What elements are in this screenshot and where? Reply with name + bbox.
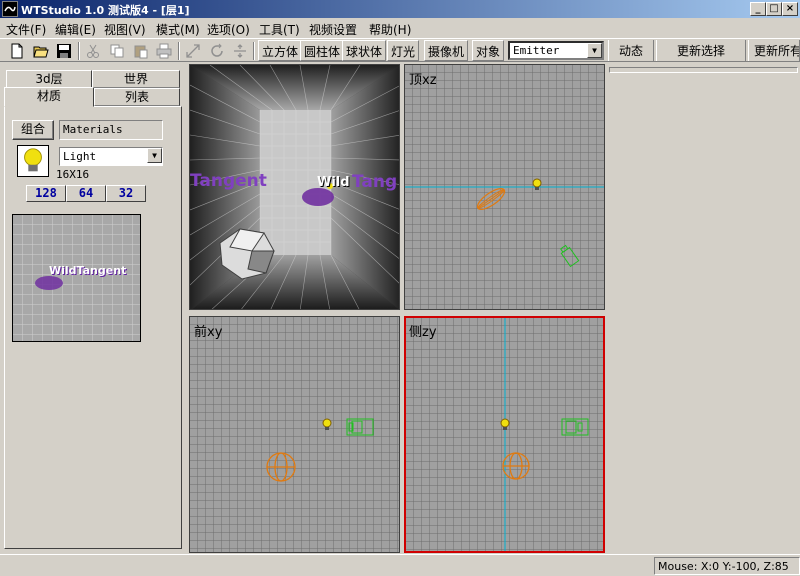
viewport-top-xz[interactable]: 顶xz xyxy=(404,64,605,310)
perspective-logo-right-wild: Wild xyxy=(317,175,350,190)
dynamic-button[interactable]: 动态 xyxy=(608,40,654,61)
perspective-logo-right-tang: Tang xyxy=(352,172,398,192)
maximize-button[interactable]: □ xyxy=(766,2,782,16)
chevron-down-icon[interactable]: ▼ xyxy=(147,148,162,163)
scale-icon[interactable] xyxy=(229,41,251,61)
viewport-label-front: 前xy xyxy=(194,325,223,340)
minimize-button[interactable]: _ xyxy=(750,2,766,16)
open-folder-icon[interactable] xyxy=(30,41,52,61)
create-sphere-button[interactable]: 球状体 xyxy=(342,40,387,61)
texture-preview: WildTangent xyxy=(12,214,141,342)
tab-materials[interactable]: 材质 xyxy=(4,87,94,107)
material-select[interactable]: Light ▼ xyxy=(59,147,163,166)
menu-options[interactable]: 选项(O) xyxy=(207,21,250,38)
material-thumbnail[interactable] xyxy=(17,145,49,177)
viewport-front-xy[interactable]: 前xy xyxy=(189,316,400,553)
cut-icon[interactable] xyxy=(82,41,104,61)
app-icon xyxy=(2,1,18,17)
toolbar: 立方体 圆柱体 球状体 灯光 摄像机 对象 Emitter ▼ 动态 更新选择 … xyxy=(0,38,800,62)
viewport-label-top: 顶xz xyxy=(409,73,437,88)
menu-video-settings[interactable]: 视频设置 xyxy=(309,21,357,38)
print-icon[interactable] xyxy=(153,41,175,61)
right-panel-splitter[interactable] xyxy=(609,67,798,73)
update-selection-button[interactable]: 更新选择 xyxy=(656,40,746,61)
material-select-value: Light xyxy=(63,150,97,163)
size-64-button[interactable]: 64 xyxy=(66,185,106,202)
menu-help[interactable]: 帮助(H) xyxy=(369,21,411,38)
wildtangent-logo: WildTangent xyxy=(49,264,127,277)
materials-field: Materials xyxy=(59,120,163,140)
save-icon[interactable] xyxy=(53,41,75,61)
close-button[interactable]: × xyxy=(782,2,798,16)
size-32-button[interactable]: 32 xyxy=(106,185,146,202)
status-bar: Mouse: X:0 Y:-100, Z:85 xyxy=(0,554,800,576)
rotate-icon[interactable] xyxy=(206,41,228,61)
chevron-down-icon[interactable]: ▼ xyxy=(587,43,602,58)
texture-size-text: 16X16 xyxy=(56,168,90,181)
toolbar-separator xyxy=(178,42,180,60)
create-camera-button[interactable]: 摄像机 xyxy=(424,40,469,61)
viewport-perspective[interactable]: Tangent Wild Tang xyxy=(189,64,400,310)
create-light-button[interactable]: 灯光 xyxy=(387,40,420,61)
copy-icon[interactable] xyxy=(106,41,128,61)
tab-world[interactable]: 世界 xyxy=(92,70,180,88)
menu-view[interactable]: 视图(V) xyxy=(104,21,146,38)
menu-mode[interactable]: 模式(M) xyxy=(156,21,200,38)
menu-edit[interactable]: 编辑(E) xyxy=(55,21,96,38)
create-cylinder-button[interactable]: 圆柱体 xyxy=(300,40,345,61)
create-cube-button[interactable]: 立方体 xyxy=(258,40,303,61)
right-panel xyxy=(606,63,800,553)
update-all-button[interactable]: 更新所有 xyxy=(748,40,800,61)
mouse-coordinates: Mouse: X:0 Y:-100, Z:85 xyxy=(654,557,800,575)
menu-file[interactable]: 文件(F) xyxy=(6,21,46,38)
perspective-logo-left: Tangent xyxy=(190,171,267,191)
viewport-side-zy[interactable]: 侧zy xyxy=(404,316,605,553)
object-select-value: Emitter xyxy=(513,44,560,57)
object-select[interactable]: Emitter ▼ xyxy=(508,41,604,60)
viewport-label-side: 侧zy xyxy=(409,325,437,340)
new-file-icon[interactable] xyxy=(6,41,28,61)
tab-list[interactable]: 列表 xyxy=(94,88,180,106)
paste-icon[interactable] xyxy=(130,41,152,61)
side-view-grid xyxy=(406,318,603,551)
toolbar-separator xyxy=(253,42,255,60)
group-button[interactable]: 组合 xyxy=(12,120,54,140)
left-panel: 3d层 世界 材质 列表 组合 Materials Light ▼ 16X16 … xyxy=(0,63,186,553)
light-bulb-icon xyxy=(18,146,48,176)
object-label: 对象 xyxy=(472,40,505,61)
front-view-grid xyxy=(190,317,399,552)
tab-3d-layer[interactable]: 3d层 xyxy=(6,70,92,88)
move-icon[interactable] xyxy=(182,41,204,61)
menu-tools[interactable]: 工具(T) xyxy=(259,21,300,38)
top-view-grid xyxy=(405,65,604,309)
menu-bar: 文件(F) 编辑(E) 视图(V) 模式(M) 选项(O) 工具(T) 视频设置… xyxy=(0,18,800,38)
toolbar-separator xyxy=(78,42,80,60)
texture-preview-grid xyxy=(13,215,140,341)
title-bar[interactable]: WTStudio 1.0 测试版4 - [层1] _ □ × xyxy=(0,0,800,18)
window-title: WTStudio 1.0 测试版4 - [层1] xyxy=(21,4,190,17)
size-128-button[interactable]: 128 xyxy=(26,185,66,202)
